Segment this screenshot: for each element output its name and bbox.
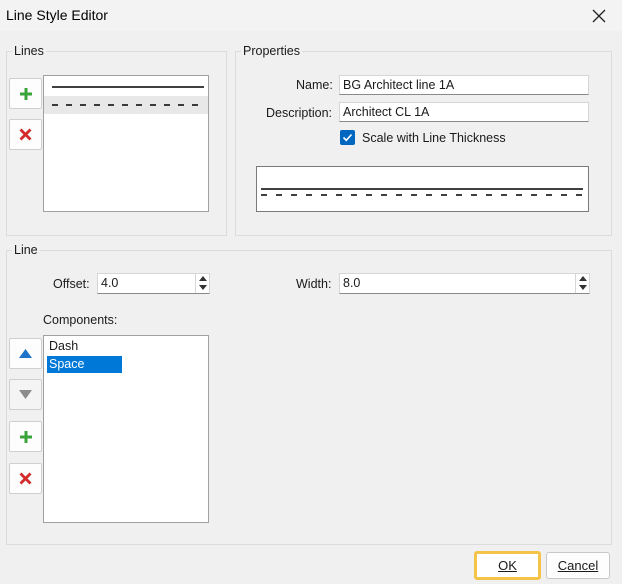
offset-spin-buttons [195,274,209,293]
spin-up-icon [198,276,207,281]
component-item-dash[interactable]: Dash [47,338,78,355]
component-item-space[interactable]: Space [47,356,122,373]
description-field[interactable]: Architect CL 1A [339,102,589,122]
close-icon [592,9,606,22]
properties-group-label: Properties [241,44,302,58]
delete-icon [19,128,32,141]
window-title: Line Style Editor [6,7,108,23]
checkmark-icon [342,133,353,142]
offset-decrement[interactable] [196,283,209,292]
line-preview [261,188,583,196]
line-item-dashed[interactable] [44,96,208,114]
offset-spinbox[interactable]: 4.0 [97,273,210,294]
dashed-line-preview [52,104,204,106]
title-bar: Line Style Editor [0,0,622,31]
components-list[interactable]: Dash Space [43,335,209,523]
move-component-up-button[interactable] [9,338,42,369]
delete-line-button[interactable] [9,119,42,150]
scale-with-thickness-label: Scale with Line Thickness [362,131,506,145]
description-label: Description: [266,106,332,120]
offset-increment[interactable] [196,274,209,283]
delete-component-button[interactable] [9,463,42,494]
offset-value: 4.0 [101,276,119,290]
line-preview-box [256,166,589,212]
lines-list[interactable] [43,75,209,212]
close-button[interactable] [576,0,622,31]
line-item-solid[interactable] [44,78,208,96]
offset-label: Offset: [53,277,90,291]
width-increment[interactable] [576,274,589,283]
width-spinbox[interactable]: 8.0 [339,273,590,294]
add-line-button[interactable] [9,78,42,109]
line-group-label: Line [12,243,40,257]
spin-down-icon [578,285,587,290]
spin-up-icon [578,276,587,281]
width-value: 8.0 [343,276,361,290]
arrow-up-icon [19,349,32,358]
name-field[interactable]: BG Architect line 1A [339,75,589,95]
width-decrement[interactable] [576,283,589,292]
plus-icon [19,87,32,100]
solid-line-preview [52,86,204,88]
arrow-down-icon [19,390,32,399]
name-label: Name: [296,78,333,92]
cancel-button[interactable]: Cancel [546,552,610,579]
scale-with-thickness-checkbox[interactable] [340,130,355,145]
ok-button[interactable]: OK [474,551,541,580]
spin-down-icon [198,285,207,290]
width-spin-buttons [575,274,589,293]
plus-icon [19,430,32,443]
components-label: Components: [43,313,118,327]
lines-group-label: Lines [12,44,46,58]
width-label: Width: [296,277,332,291]
move-component-down-button[interactable] [9,379,42,410]
add-component-button[interactable] [9,421,42,452]
line-style-editor-dialog: Line Style Editor Lines Properties Name:… [0,0,622,584]
delete-icon [19,472,32,485]
